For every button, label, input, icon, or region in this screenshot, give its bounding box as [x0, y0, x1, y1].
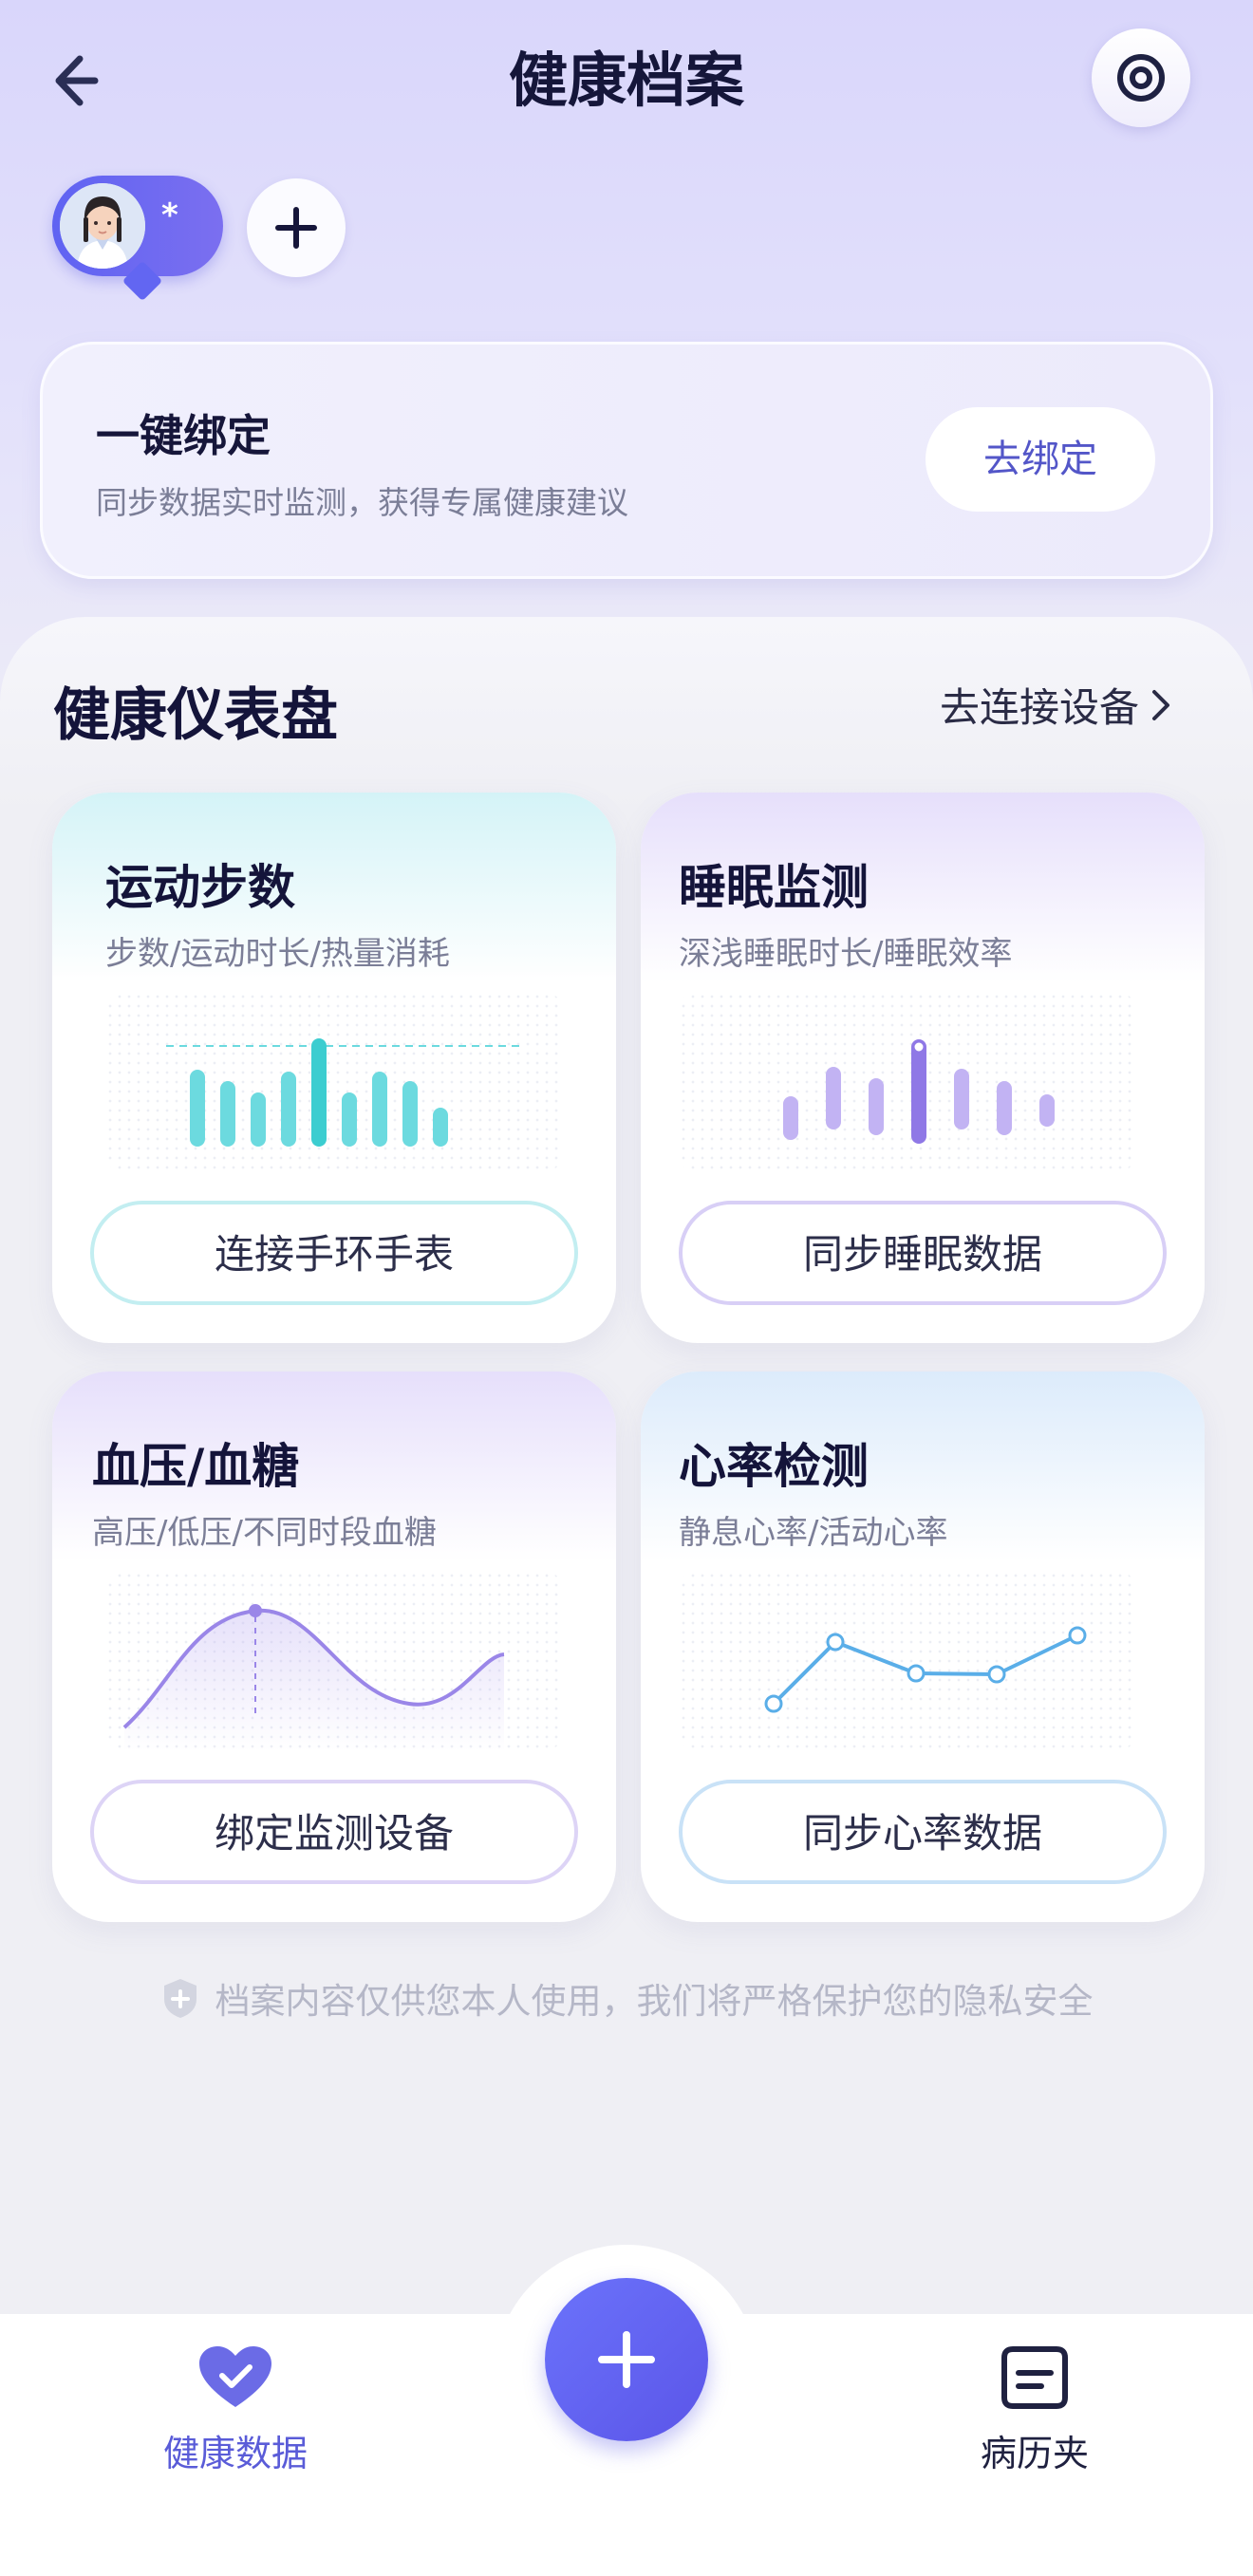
heart-rate-chart — [679, 1571, 1136, 1751]
heart-rate-point — [764, 1694, 783, 1713]
heart-rate-card[interactable]: 心率检测 静息心率/活动心率 同步心率数据 — [641, 1372, 1205, 1922]
steps-card-subtitle: 步数/运动时长/热量消耗 — [105, 935, 450, 973]
blood-pressure-card-title: 血压/血糖 — [92, 1439, 300, 1494]
bind-device-card: 一键绑定 同步数据实时监测，获得专属健康建议 去绑定 — [40, 342, 1213, 579]
nav-records-label: 病历夹 — [980, 2433, 1089, 2474]
blood-pressure-card[interactable]: 血压/血糖 高压/低压/不同时段血糖 绑定监测设备 — [52, 1372, 616, 1922]
heart-rate-card-title: 心率检测 — [679, 1439, 869, 1494]
sleep-card[interactable]: 睡眠监测 深浅睡眠时长/睡眠效率 同步睡眠数据 — [641, 793, 1205, 1343]
sync-heart-rate-button[interactable]: 同步心率数据 — [679, 1780, 1167, 1884]
sleep-card-subtitle: 深浅睡眠时长/睡眠效率 — [679, 935, 1013, 973]
connect-band-button[interactable]: 连接手环手表 — [90, 1201, 578, 1305]
plus-icon — [275, 207, 317, 249]
go-bind-button[interactable]: 去绑定 — [926, 407, 1155, 512]
blood-pressure-card-subtitle: 高压/低压/不同时段血糖 — [92, 1514, 437, 1552]
privacy-note-text: 档案内容仅供您本人使用，我们将严格保护您的隐私安全 — [215, 1981, 1094, 2022]
steps-card-title: 运动步数 — [105, 860, 295, 915]
bind-monitor-button[interactable]: 绑定监测设备 — [90, 1780, 578, 1884]
top-bar: 健康档案 — [0, 0, 1253, 161]
shield-plus-icon — [163, 1979, 196, 2018]
settings-button[interactable] — [1092, 28, 1190, 127]
privacy-note: 档案内容仅供您本人使用，我们将严格保护您的隐私安全 — [0, 1972, 1253, 2024]
folder-document-icon — [1001, 2346, 1068, 2409]
profile-chip[interactable]: * — [52, 176, 223, 276]
connect-device-label: 去连接设备 — [940, 684, 1140, 731]
page-title: 健康档案 — [508, 46, 744, 115]
settings-icon — [1117, 54, 1165, 102]
heart-rate-point — [1068, 1626, 1087, 1645]
dashboard-title: 健康仪表盘 — [53, 682, 338, 749]
heart-rate-card-subtitle: 静息心率/活动心率 — [679, 1514, 948, 1552]
connect-device-link[interactable]: 去连接设备 — [940, 676, 1173, 734]
avatar — [60, 183, 145, 269]
nav-health-data[interactable]: 健康数据 — [112, 2344, 359, 2476]
steps-card[interactable]: 运动步数 步数/运动时长/热量消耗 连接手环手表 — [52, 793, 616, 1343]
profile-name: * — [161, 196, 178, 234]
steps-chart — [105, 992, 563, 1172]
add-record-fab[interactable] — [545, 2278, 708, 2441]
nav-records[interactable]: 病历夹 — [911, 2344, 1158, 2476]
heart-rate-point — [987, 1665, 1006, 1684]
sync-sleep-button[interactable]: 同步睡眠数据 — [679, 1201, 1167, 1305]
heart-rate-point — [907, 1664, 926, 1683]
plus-icon — [598, 2331, 655, 2388]
chevron-right-icon — [1152, 689, 1170, 720]
sleep-card-title: 睡眠监测 — [679, 860, 869, 915]
heart-check-icon — [199, 2346, 271, 2407]
sleep-chart — [679, 992, 1136, 1172]
bind-card-title: 一键绑定 — [96, 410, 271, 461]
add-profile-button[interactable] — [247, 178, 346, 277]
blood-pressure-chart — [105, 1571, 563, 1751]
nav-health-data-label: 健康数据 — [162, 2433, 308, 2474]
heart-rate-point — [826, 1633, 845, 1652]
bind-card-subtitle: 同步数据实时监测，获得专属健康建议 — [96, 484, 628, 521]
heart-rate-line — [772, 1633, 1078, 1706]
